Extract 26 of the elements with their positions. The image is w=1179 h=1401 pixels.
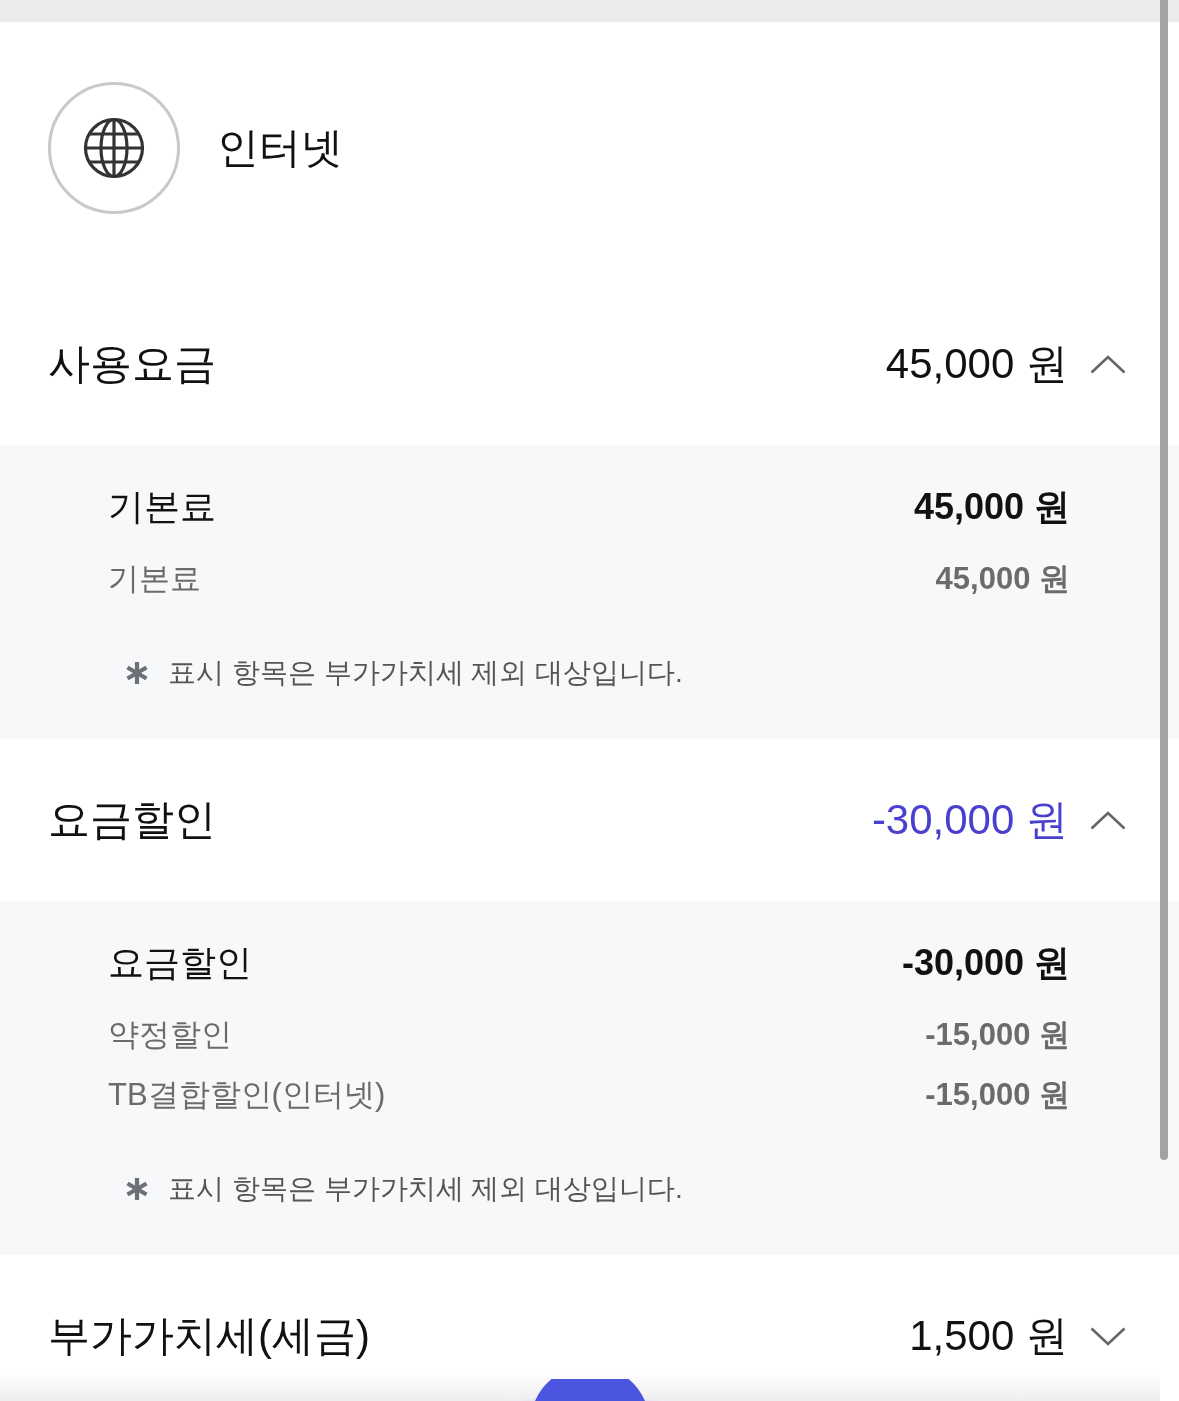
subtotal-amount: 45,000 원 xyxy=(913,489,1070,525)
asterisk-icon xyxy=(125,661,149,685)
subtotal-amount: -30,000 원 xyxy=(901,945,1070,981)
note-text: 표시 항목은 부가가치세 제외 대상입니다. xyxy=(168,1175,683,1203)
section-amount: 1,500 원 xyxy=(909,1315,1068,1357)
item-amount: 45,000 원 xyxy=(935,562,1070,594)
section-title: 사용요금 xyxy=(48,343,216,385)
chevron-up-icon[interactable] xyxy=(1090,810,1126,830)
section-amount: 45,000 원 xyxy=(885,343,1068,385)
scrollbar-thumb[interactable] xyxy=(1160,0,1168,1160)
item-amount: -15,000 원 xyxy=(925,1078,1070,1110)
chevron-up-icon[interactable] xyxy=(1090,354,1126,374)
chevron-down-icon[interactable] xyxy=(1090,1326,1126,1346)
note-text: 표시 항목은 부가가치세 제외 대상입니다. xyxy=(168,659,683,687)
item-amount: -15,000 원 xyxy=(925,1018,1070,1050)
service-title: 인터넷 xyxy=(217,127,343,169)
section-amount: -30,000 원 xyxy=(871,799,1068,841)
item-label: TB결합할인(인터넷) xyxy=(108,1078,386,1110)
section-title: 부가가치세(세금) xyxy=(48,1315,370,1357)
subtotal-label: 기본료 xyxy=(108,489,216,525)
section-title: 요금할인 xyxy=(48,799,216,841)
subtotal-label: 요금할인 xyxy=(108,945,252,981)
item-label: 약정할인 xyxy=(108,1018,232,1050)
globe-icon xyxy=(48,82,180,214)
item-label: 기본료 xyxy=(108,562,201,594)
asterisk-icon xyxy=(125,1177,149,1201)
